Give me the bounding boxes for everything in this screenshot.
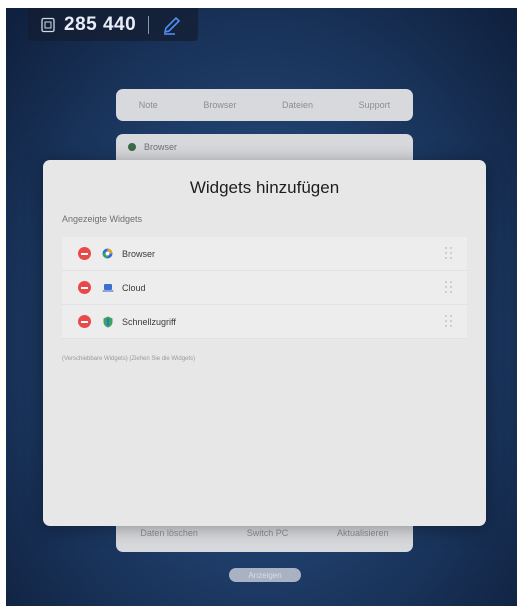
widget-label: Schnellzugriff [122, 316, 176, 327]
show-button[interactable]: Anzeigen [229, 568, 301, 582]
desktop-background: 285 440 Note Browser Dateien Support Bro… [6, 8, 517, 606]
drag-handle-icon[interactable] [445, 315, 453, 328]
action-refresh[interactable]: Aktualisieren [337, 528, 389, 538]
browser-card-label: Browser [144, 142, 178, 152]
cloud-icon [101, 281, 114, 294]
divider [148, 15, 150, 34]
dialog-title: Widgets hinzufügen [189, 178, 340, 197]
widget-row-browser[interactable]: Browser [62, 237, 467, 271]
widget-row-cloud[interactable]: Cloud [62, 271, 467, 305]
nav-note[interactable]: Note [139, 100, 158, 110]
remove-icon[interactable] [78, 315, 91, 328]
session-code: 285 440 [64, 13, 137, 35]
widget-row-shortcut[interactable]: Schnellzugriff [62, 305, 467, 339]
drag-handle-icon[interactable] [445, 281, 453, 294]
nav-support[interactable]: Support [359, 100, 391, 110]
keyboard-icon[interactable] [40, 17, 56, 33]
drag-handle-icon[interactable] [445, 247, 453, 260]
browser-icon [128, 143, 136, 151]
nav-dateien[interactable]: Dateien [282, 100, 313, 110]
remove-icon[interactable] [78, 247, 91, 260]
widget-label: Browser [122, 248, 156, 259]
draggable-hint: (Verschiebbare Widgets) (Ziehen Sie die … [62, 356, 196, 362]
section-label: Angezeigte Widgets [62, 214, 143, 224]
action-switch-pc[interactable]: Switch PC [247, 528, 289, 538]
shortcut-icon [101, 315, 114, 328]
add-widgets-dialog: Widgets hinzufügen Angezeigte Widgets Br… [43, 160, 486, 526]
pen-icon[interactable] [161, 14, 183, 36]
top-toolbar: 285 440 [28, 8, 198, 41]
widget-label: Cloud [122, 282, 146, 293]
action-clear-data[interactable]: Daten löschen [140, 528, 198, 538]
widget-list: Browser Cloud Schnellzugriff [62, 237, 467, 339]
nav-browser[interactable]: Browser [203, 100, 236, 110]
nav-card: Note Browser Dateien Support [116, 89, 413, 121]
browser-icon [101, 247, 114, 260]
remove-icon[interactable] [78, 281, 91, 294]
